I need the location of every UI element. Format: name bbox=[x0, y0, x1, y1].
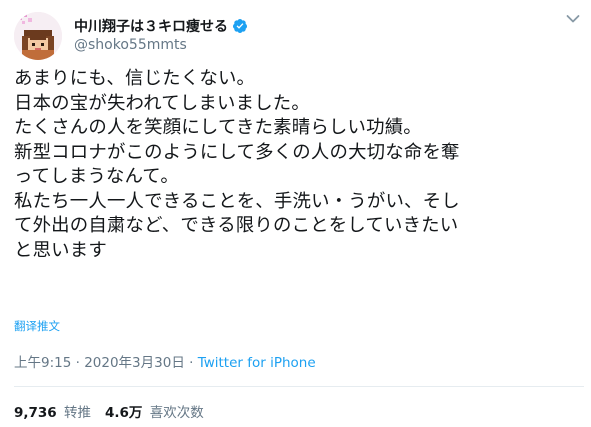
tweet-timestamp[interactable]: 上午9:15 · 2020年3月30日 · bbox=[14, 355, 193, 371]
author-name-row[interactable]: 中川翔子は３キロ痩せる bbox=[74, 16, 248, 36]
author-display-name[interactable]: 中川翔子は３キロ痩せる bbox=[74, 16, 228, 36]
likes-count: 4.6万 bbox=[105, 405, 143, 421]
pixel-avatar-icon bbox=[14, 12, 62, 60]
avatar[interactable] bbox=[14, 12, 62, 60]
tweet-text-line: 私たち一人一人できることを、手洗い・うがい、そし bbox=[14, 190, 460, 212]
tweet-text-line: たくさんの人を笑顔にしてきた素晴らしい功績。 bbox=[14, 117, 422, 138]
tweet-stats: 9,736 转推 4.6万 喜欢次数 bbox=[14, 401, 218, 421]
chevron-down-icon[interactable] bbox=[566, 14, 580, 24]
author-handle[interactable]: @shoko55mmts bbox=[74, 37, 187, 53]
tweet-source-link[interactable]: Twitter for iPhone bbox=[198, 355, 316, 371]
tweet-text-line: 日本の宝が失われてしまいました。 bbox=[14, 92, 310, 114]
verified-badge-icon bbox=[232, 19, 247, 33]
retweets-count: 9,736 bbox=[14, 405, 57, 421]
tweet-text-line: と思います bbox=[14, 239, 107, 261]
translate-tweet-link[interactable]: 翻译推文 bbox=[14, 318, 60, 334]
retweets-label: 转推 bbox=[64, 405, 91, 421]
likes-stat[interactable]: 4.6万 喜欢次数 bbox=[105, 401, 204, 421]
retweets-stat[interactable]: 9,736 转推 bbox=[14, 401, 91, 421]
tweet-text-line: あまりにも、信じたくない。 bbox=[14, 68, 256, 89]
tweet-text-line: ってしまうなんて。 bbox=[14, 166, 179, 187]
tweet-text-line: 新型コロナがこのようにして多くの人の大切な命を奪 bbox=[14, 141, 460, 163]
likes-label: 喜欢次数 bbox=[149, 405, 204, 421]
divider bbox=[14, 386, 584, 387]
tweet-meta: 上午9:15 · 2020年3月30日 · Twitter for iPhone bbox=[14, 351, 316, 371]
tweet-text-line: て外出の自粛など、できる限りのことをしていきたい bbox=[14, 215, 459, 236]
tweet-text: あまりにも、信じたくない。 日本の宝が失われてしまいました。 たくさんの人を笑顔… bbox=[14, 67, 584, 263]
